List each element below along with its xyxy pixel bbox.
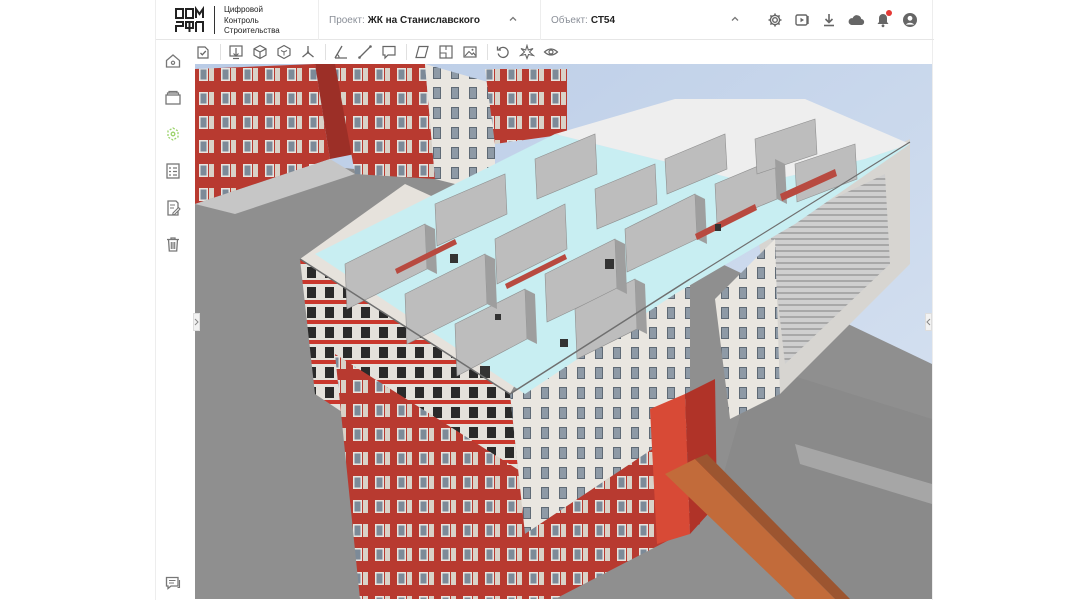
bell-icon[interactable] bbox=[873, 10, 893, 30]
explode-icon[interactable] bbox=[516, 42, 538, 62]
reset-icon[interactable] bbox=[492, 42, 514, 62]
cube-outline-icon[interactable] bbox=[273, 42, 295, 62]
user-icon[interactable] bbox=[900, 10, 920, 30]
viewer-toolbar bbox=[192, 40, 932, 64]
home-icon[interactable] bbox=[162, 50, 184, 72]
project-value: ЖК на Станиславского bbox=[367, 14, 480, 26]
checklist-icon[interactable] bbox=[162, 160, 184, 182]
left-sidebar bbox=[156, 40, 192, 600]
toolbar-divider bbox=[220, 44, 221, 60]
layers-icon[interactable] bbox=[162, 87, 184, 109]
app-tagline: Цифровой Контроль Строительства bbox=[224, 5, 280, 37]
object-value: СТ54 bbox=[590, 14, 616, 26]
chevron-up-icon bbox=[730, 14, 740, 24]
left-panel-toggle[interactable] bbox=[193, 313, 200, 331]
toolbar-divider bbox=[487, 44, 488, 60]
building-3d-render bbox=[195, 64, 932, 599]
angle-measure-icon[interactable] bbox=[330, 42, 352, 62]
object-selector[interactable]: Объект: СТ54 bbox=[540, 0, 750, 40]
notification-badge bbox=[886, 10, 892, 16]
chat-icon[interactable] bbox=[162, 572, 184, 594]
top-actions bbox=[765, 10, 920, 30]
cube-icon[interactable] bbox=[249, 42, 271, 62]
tagline-line: Цифровой bbox=[224, 5, 263, 14]
right-panel-toggle[interactable] bbox=[925, 313, 932, 331]
app-window: Цифровой Контроль Строительства Проект: … bbox=[155, 0, 934, 600]
chevron-up-icon bbox=[508, 14, 518, 24]
axes-icon[interactable] bbox=[297, 42, 319, 62]
comment-icon[interactable] bbox=[378, 42, 400, 62]
plane-icon[interactable] bbox=[411, 42, 433, 62]
tagline-line: Строительства bbox=[224, 26, 280, 35]
cloud-icon[interactable] bbox=[846, 10, 866, 30]
verify-icon[interactable] bbox=[192, 42, 214, 62]
edit-document-icon[interactable] bbox=[162, 197, 184, 219]
trash-icon[interactable] bbox=[162, 233, 184, 255]
tagline-line: Контроль bbox=[224, 15, 259, 25]
section-box-icon[interactable] bbox=[435, 42, 457, 62]
settings-icon[interactable] bbox=[765, 10, 785, 30]
image-icon[interactable] bbox=[459, 42, 481, 62]
download-section-icon[interactable] bbox=[225, 42, 247, 62]
dom-rf-logo[interactable] bbox=[174, 6, 206, 34]
top-bar: Цифровой Контроль Строительства Проект: … bbox=[156, 0, 934, 40]
line-measure-icon[interactable] bbox=[354, 42, 376, 62]
object-label: Объект: bbox=[551, 14, 588, 26]
visibility-icon[interactable] bbox=[540, 42, 562, 62]
logo-divider bbox=[214, 6, 215, 34]
video-icon[interactable] bbox=[792, 10, 812, 30]
project-selector[interactable]: Проект: ЖК на Станиславского bbox=[318, 0, 528, 40]
model-viewport[interactable] bbox=[195, 64, 932, 599]
toolbar-divider bbox=[406, 44, 407, 60]
toolbar-divider bbox=[325, 44, 326, 60]
project-label: Проект: bbox=[329, 14, 365, 26]
download-icon[interactable] bbox=[819, 10, 839, 30]
model-view-icon[interactable] bbox=[162, 123, 184, 145]
